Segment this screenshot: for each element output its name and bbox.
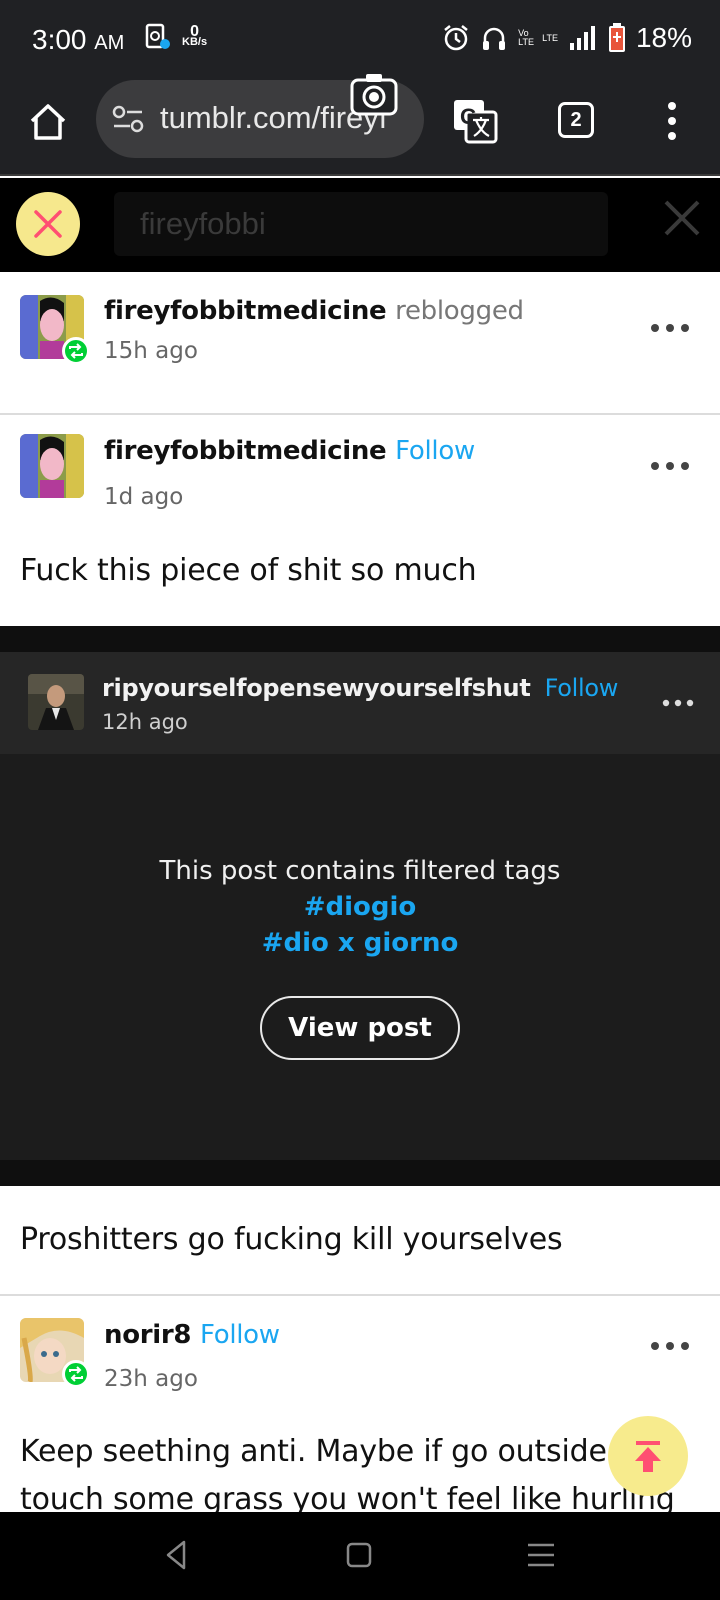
more-options-icon[interactable] bbox=[650, 322, 690, 334]
post-body-text: Fuck this piece of shit so much bbox=[20, 553, 477, 588]
arrow-up-icon bbox=[635, 1441, 661, 1472]
more-options-icon[interactable] bbox=[662, 100, 682, 144]
home-icon[interactable] bbox=[28, 102, 68, 142]
filtered-tags-message: This post contains filtered tags bbox=[159, 856, 561, 886]
camera-icon bbox=[350, 74, 398, 116]
svg-text:G: G bbox=[460, 104, 477, 129]
alarm-icon bbox=[444, 25, 468, 51]
headphones-icon bbox=[483, 27, 506, 50]
search-input[interactable]: fireyfobbi bbox=[114, 192, 608, 256]
site-settings-icon[interactable] bbox=[112, 104, 144, 134]
lte-indicator: LTE bbox=[542, 32, 558, 43]
avatar[interactable] bbox=[20, 434, 84, 498]
home-nav-icon[interactable] bbox=[342, 1538, 376, 1572]
scroll-to-top-button[interactable] bbox=[608, 1416, 688, 1496]
post-divider bbox=[0, 413, 720, 415]
filtered-post-author-line: ripyourselfopensewyourselfshut Follow bbox=[102, 674, 618, 702]
post-author-username[interactable]: norir8 bbox=[104, 1320, 192, 1350]
avatar-image bbox=[28, 674, 84, 730]
reblog-badge bbox=[62, 337, 90, 365]
more-options-icon[interactable] bbox=[662, 698, 694, 708]
post-author-username[interactable]: fireyfobbitmedicine bbox=[104, 436, 387, 466]
search-header: fireyfobbi bbox=[0, 178, 720, 272]
close-search-button[interactable] bbox=[16, 192, 80, 256]
post-time: 1d ago bbox=[104, 484, 184, 510]
post-author-line: norir8 Follow bbox=[104, 1320, 280, 1350]
post-divider bbox=[0, 1294, 720, 1296]
status-bar: 3:00 AM 0 KB/s Vo LTE LTE 18% bbox=[0, 0, 720, 80]
follow-button[interactable]: Follow bbox=[395, 436, 475, 466]
status-left-icons: 0 KB/s bbox=[144, 22, 207, 52]
more-options-icon[interactable] bbox=[650, 1340, 690, 1352]
close-icon bbox=[34, 210, 62, 238]
reblogged-label: reblogged bbox=[395, 296, 524, 326]
post-author-username[interactable]: ripyourselfopensewyourselfshut bbox=[102, 674, 531, 702]
filtered-tag[interactable]: #diogio bbox=[0, 892, 720, 922]
avatar[interactable] bbox=[28, 674, 84, 730]
screen-record-icon bbox=[145, 23, 170, 49]
signal-icon bbox=[569, 26, 595, 50]
search-query[interactable]: fireyfobbi bbox=[140, 206, 266, 242]
status-time-ampm: AM bbox=[94, 32, 125, 54]
status-time-value: 3:00 bbox=[32, 24, 87, 55]
tab-switcher-button[interactable]: 2 bbox=[558, 102, 594, 138]
battery-percent: 18% bbox=[635, 22, 692, 53]
post-time: 23h ago bbox=[104, 1366, 198, 1392]
view-post-button[interactable]: View post bbox=[260, 996, 460, 1060]
post-body-text: Proshitters go fucking kill yourselves bbox=[20, 1222, 563, 1257]
status-time: 3:00 AM bbox=[32, 24, 124, 56]
reblog-badge bbox=[62, 1360, 90, 1388]
post-separator bbox=[0, 626, 720, 652]
reblogger-name-line: fireyfobbitmedicine reblogged bbox=[104, 296, 524, 326]
post-author-line: fireyfobbitmedicine Follow bbox=[104, 436, 475, 466]
reblog-icon bbox=[69, 1366, 83, 1382]
back-icon[interactable] bbox=[160, 1538, 194, 1572]
browser-toolbar: tumblr.com/fireyf G 2 bbox=[0, 74, 720, 176]
recents-icon[interactable] bbox=[524, 1538, 558, 1572]
network-speed: 0 KB/s bbox=[182, 24, 208, 48]
post-time: 12h ago bbox=[102, 710, 188, 734]
battery-icon bbox=[608, 23, 625, 52]
reblog-icon bbox=[69, 343, 83, 359]
post-time: 15h ago bbox=[104, 338, 198, 364]
filtered-post-header: ripyourselfopensewyourselfshut Follow 12… bbox=[0, 652, 720, 754]
volte-indicator: Vo LTE bbox=[518, 28, 534, 47]
post-body-text: Keep seething anti. Maybe if go outside … bbox=[20, 1434, 635, 1469]
status-right-icons: Vo LTE LTE 18% bbox=[442, 22, 692, 54]
follow-button[interactable]: Follow bbox=[200, 1320, 280, 1350]
more-options-icon[interactable] bbox=[650, 460, 690, 472]
follow-button[interactable]: Follow bbox=[545, 674, 619, 702]
avatar-image bbox=[20, 434, 84, 498]
translate-icon[interactable]: G bbox=[452, 98, 498, 144]
system-nav-bar bbox=[0, 1512, 720, 1600]
post-separator bbox=[0, 1160, 720, 1186]
network-speed-unit: KB/s bbox=[182, 36, 208, 48]
reblogger-username[interactable]: fireyfobbitmedicine bbox=[104, 296, 387, 326]
filtered-tag[interactable]: #dio x giorno bbox=[0, 928, 720, 958]
clear-search-icon[interactable] bbox=[662, 198, 702, 238]
